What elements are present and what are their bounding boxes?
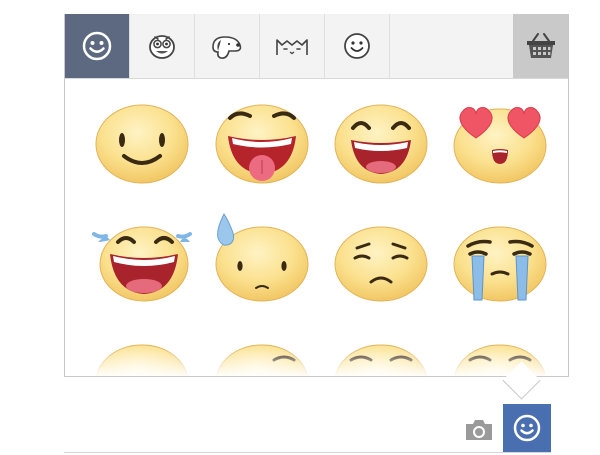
sticker-crying[interactable] [450,212,550,302]
grid-fade-overlay [65,346,568,376]
tab-snoopy[interactable] [195,14,260,78]
cat-icon [276,39,308,55]
sticker-tears-of-joy[interactable] [92,212,192,302]
basket-icon [526,33,555,58]
sticker-heart-eyes[interactable] [450,94,550,184]
sticker-store-button[interactable] [513,14,568,78]
sticker-tray [64,14,569,377]
sticker-tongue-out[interactable] [212,94,312,184]
tab-goofy-face[interactable] [130,14,195,78]
smiley-icon [82,31,112,61]
sticker-grid [65,79,568,376]
camera-icon [466,420,492,440]
composer-divider [64,452,551,453]
sticker-smile[interactable] [92,94,192,184]
tab-smiley[interactable] [65,14,130,78]
camera-button[interactable] [463,416,495,444]
goofy-face-icon [149,35,175,59]
sticker-worried[interactable] [331,212,431,302]
tab-pusheen[interactable] [260,14,325,78]
sticker-tab-bar [65,14,568,79]
tab-smiley-outline[interactable] [325,14,390,78]
smiley-outline-icon [344,33,370,59]
dog-icon [212,36,242,59]
emoji-button[interactable] [503,404,551,452]
smiley-icon [513,414,541,442]
sticker-laugh[interactable] [331,94,431,184]
sticker-nervous-sweat[interactable] [212,212,312,302]
